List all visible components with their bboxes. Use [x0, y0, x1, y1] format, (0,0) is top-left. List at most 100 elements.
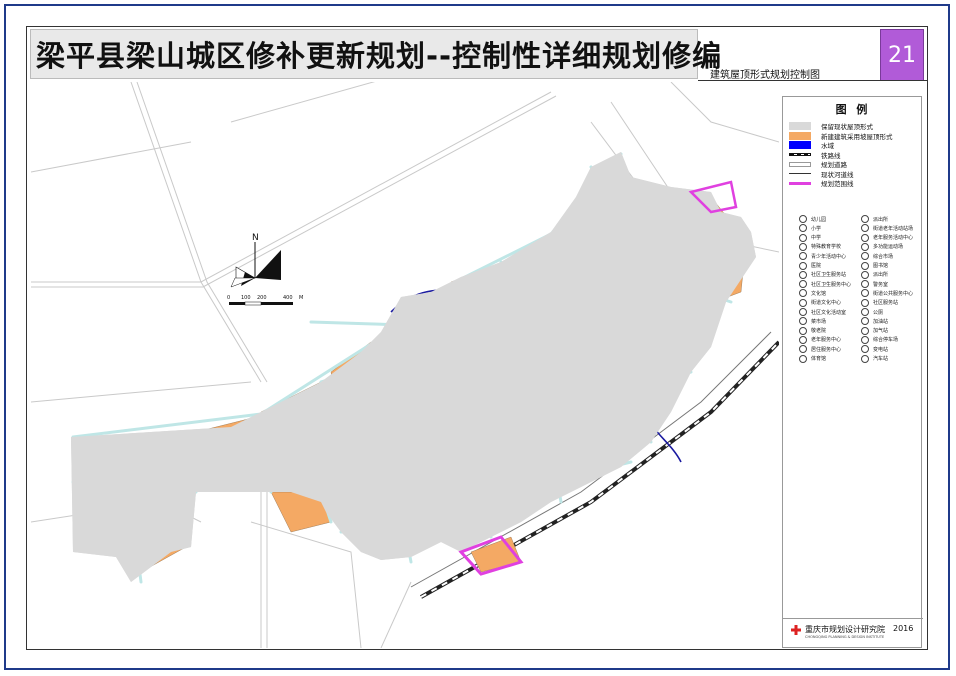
facility-label: 中学 [811, 235, 822, 242]
north-label: N [252, 233, 259, 243]
facility-symbol: 中学 [799, 233, 822, 242]
facility-icon [861, 308, 869, 316]
facility-label: 加油站 [873, 318, 889, 325]
legend-swatch [789, 131, 811, 140]
legend-title: 图 例 [835, 103, 871, 116]
facility-label: 汽车站 [873, 356, 889, 362]
facility-label: 社区文化活动室 [811, 309, 847, 316]
planning-map: N 0 100 200 400 M [31, 82, 779, 648]
legend-label: 铁路线 [821, 151, 841, 160]
facility-label: 警务室 [873, 281, 889, 288]
scale-unit: M [299, 295, 303, 301]
institute-footer: 重庆市规划设计研究院 CHONGQING PLANNING & DESIGN I… [783, 618, 923, 647]
facility-icon [799, 270, 807, 279]
facility-label: 医院 [811, 263, 822, 269]
legend-label: 新建建筑采用坡屋顶形式 [821, 132, 893, 141]
facility-symbol: 青少年活动中心 [799, 252, 847, 261]
facility-icon [799, 233, 807, 242]
facility-icon [799, 308, 807, 316]
facility-label: 小学 [811, 225, 822, 232]
facility-label: 社区服务站 [873, 300, 899, 307]
north-arrow: N [230, 233, 281, 288]
scale-bar: 0 100 200 400 M [227, 295, 303, 306]
facility-symbol: 居住服务中心 [799, 345, 841, 354]
facility-icon [799, 326, 807, 335]
facility-symbol: 公厕 [861, 308, 883, 316]
facility-symbol: 多功能运动场 [861, 242, 904, 251]
facility-icon [799, 280, 807, 289]
facility-icon [861, 233, 869, 242]
facility-symbol: 警务室 [861, 280, 889, 289]
facility-label: 公厕 [873, 309, 884, 316]
facility-symbol: 综合市场 [861, 252, 894, 261]
facility-icon [861, 289, 869, 298]
title-divider [698, 80, 928, 81]
facility-label: 菜市场 [811, 318, 827, 325]
facility-symbol: 社区文化活动室 [799, 308, 846, 316]
facility-symbol: 加气站 [861, 326, 888, 335]
scale-tick: 200 [257, 295, 267, 301]
facility-symbol: 街道文化中心 [799, 298, 842, 307]
facility-icon [861, 317, 869, 326]
legend-item: 规划范围线 [789, 178, 854, 188]
facility-label: 老年服务活动中心 [873, 235, 914, 242]
facility-label: 社区卫生服务中心 [811, 281, 852, 288]
facility-icon [861, 242, 869, 251]
facility-icon [799, 242, 807, 251]
facility-symbol: 综合停车场 [861, 335, 899, 344]
facility-symbol: 菜市场 [799, 317, 827, 326]
facility-icon [799, 252, 807, 261]
facility-label: 综合市场 [873, 253, 894, 260]
planning-boundary [69, 150, 758, 584]
facility-icon [861, 354, 869, 363]
facility-icon [799, 345, 807, 354]
facility-icon [861, 298, 869, 307]
facility-icon [861, 252, 869, 261]
facility-icon [799, 215, 807, 223]
facility-symbol: 老年服务中心 [799, 335, 842, 344]
scale-tick: 400 [283, 295, 293, 301]
scale-tick: 100 [241, 295, 251, 301]
facility-symbol: 社区卫生服务中心 [799, 280, 852, 289]
legend-swatch [789, 161, 811, 167]
facility-symbol: 图书馆 [861, 261, 889, 270]
facility-icon [799, 261, 807, 270]
facility-label: 街道公共服务中心 [873, 290, 914, 297]
facility-symbol: 派出所 [861, 270, 889, 279]
facility-label: 派出所 [873, 216, 889, 223]
facility-label: 街道文化中心 [811, 300, 842, 307]
facility-icon [799, 289, 807, 298]
facility-label: 老年服务中心 [811, 337, 842, 344]
legend-swatch [789, 122, 811, 130]
legend-item: 新建建筑采用坡屋顶形式 [789, 131, 893, 141]
facility-symbol: 变电站 [861, 345, 889, 354]
facility-icon [861, 280, 869, 289]
facility-icon [861, 326, 869, 335]
facility-icon [799, 317, 807, 326]
facility-label: 幼儿园 [811, 216, 827, 223]
institute-year: 2016 [893, 624, 914, 633]
facility-symbol: 小学 [799, 224, 822, 233]
legend-item: 水域 [789, 140, 834, 150]
legend-panel: 图 例 保留现状屋顶形式 新建建筑采用坡屋顶形式 水域 铁路线 规划道路 现状河道线 规划范… [782, 96, 923, 648]
facility-label: 特殊教育学校 [811, 244, 842, 251]
facility-label: 图书馆 [873, 263, 889, 269]
facility-icon [861, 215, 869, 223]
facility-label: 多功能运动场 [873, 244, 904, 251]
facility-label: 文化馆 [811, 290, 827, 297]
legend-swatch [789, 181, 811, 185]
facility-icon [861, 270, 869, 279]
legend-label: 现状河道线 [821, 170, 854, 179]
facility-label: 变电站 [873, 346, 889, 353]
facility-label: 综合停车场 [873, 337, 899, 344]
facility-icon [861, 335, 869, 344]
facility-icon [799, 298, 807, 307]
facility-label: 青少年活动中心 [811, 253, 847, 260]
scale-tick: 0 [227, 295, 230, 301]
facility-icon [861, 345, 869, 354]
facility-label: 派出所 [873, 272, 889, 279]
legend-item: 现状河道线 [789, 169, 854, 179]
legend-label: 保留现状屋顶形式 [821, 123, 873, 131]
map-subtitle: 建筑屋顶形式规划控制图 [710, 70, 820, 81]
institute-name: 重庆市规划设计研究院 [805, 625, 885, 634]
